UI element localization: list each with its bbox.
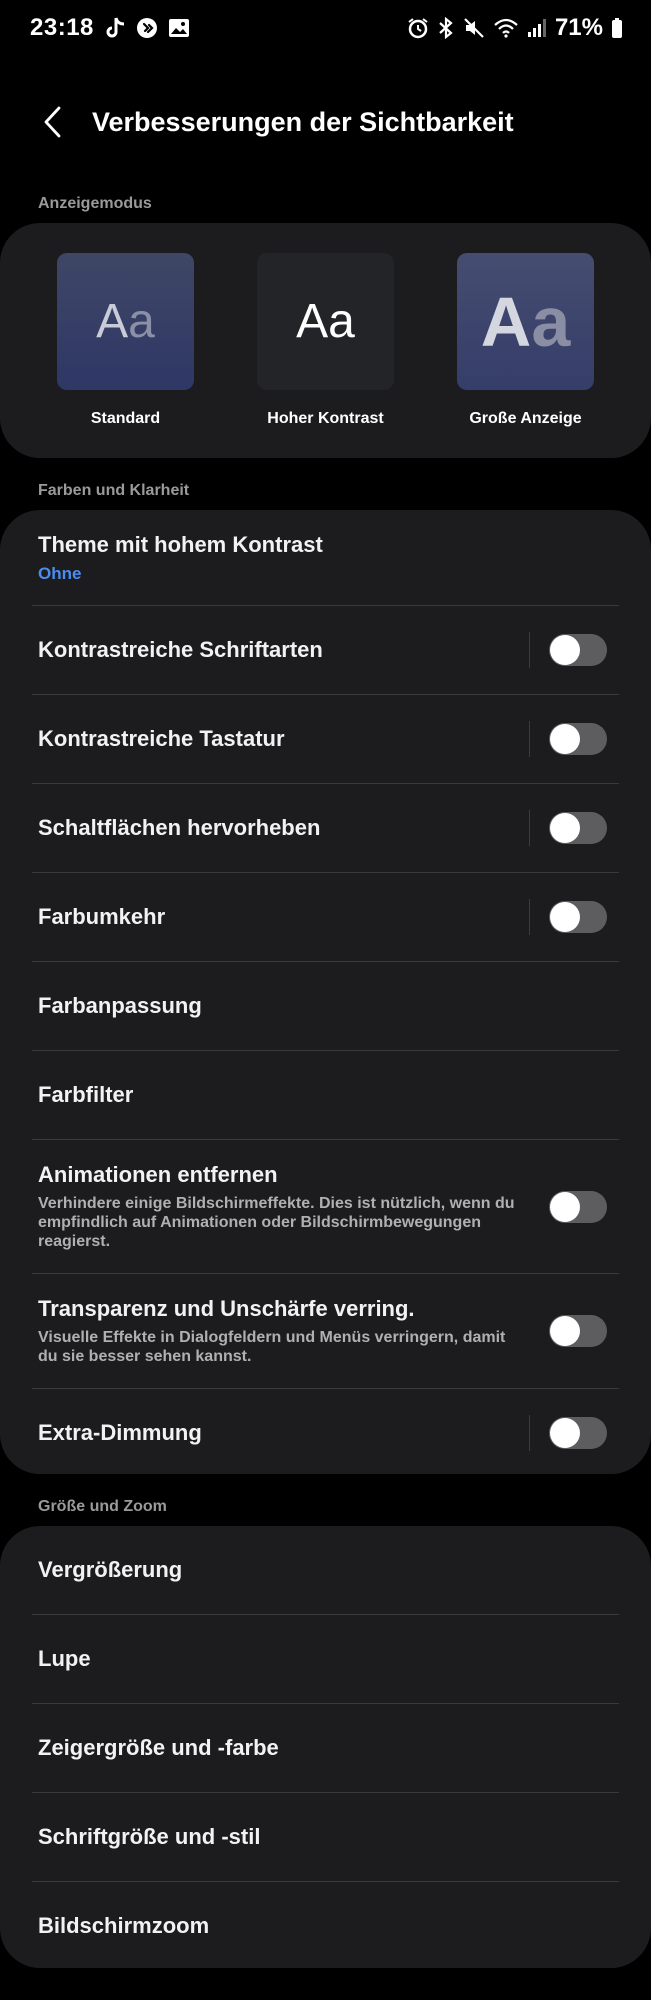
divider bbox=[529, 632, 530, 668]
shazam-icon bbox=[136, 17, 158, 39]
section-label-display-mode: Anzeigemodus bbox=[38, 195, 152, 212]
mode-high-contrast[interactable]: Aa Hoher Kontrast bbox=[257, 253, 394, 428]
list-item-remove-animations[interactable]: Animationen entfernen Verhindere einige … bbox=[32, 1140, 619, 1274]
mute-icon bbox=[463, 17, 485, 39]
toggle-switch[interactable] bbox=[549, 634, 607, 666]
list-item-magnifier[interactable]: Lupe bbox=[32, 1615, 619, 1704]
toggle-knob bbox=[550, 635, 580, 665]
battery-percent: 71% bbox=[554, 14, 603, 41]
divider bbox=[529, 899, 530, 935]
preview-letter-a: a bbox=[531, 282, 571, 361]
toggle-knob bbox=[550, 724, 580, 754]
mode-preview-high-contrast: Aa bbox=[257, 253, 394, 390]
preview-letter-A: A bbox=[96, 295, 129, 348]
mode-label: Große Anzeige bbox=[469, 410, 582, 427]
row-title: Zeigergröße und -farbe bbox=[38, 1735, 279, 1760]
toggle-switch[interactable] bbox=[549, 723, 607, 755]
toggle-switch[interactable] bbox=[549, 1417, 607, 1449]
list-item-highlight-buttons[interactable]: Schaltflächen hervorheben bbox=[32, 784, 619, 873]
tiktok-icon bbox=[104, 16, 126, 40]
row-title: Transparenz und Unschärfe verring. bbox=[38, 1296, 415, 1321]
list-item-font-size-style[interactable]: Schriftgröße und -stil bbox=[32, 1793, 619, 1882]
preview-letter-a: a bbox=[128, 295, 155, 348]
mode-preview-standard: Aa bbox=[57, 253, 194, 390]
toggle-switch[interactable] bbox=[549, 901, 607, 933]
toggle-switch[interactable] bbox=[549, 1190, 607, 1223]
alarm-icon bbox=[407, 17, 429, 39]
row-title: Kontrastreiche Tastatur bbox=[38, 726, 285, 751]
preview-letter-A: A bbox=[480, 282, 532, 361]
list-item-screen-zoom[interactable]: Bildschirmzoom bbox=[32, 1882, 619, 1970]
page-header: Verbesserungen der Sichtbarkeit bbox=[0, 90, 651, 154]
battery-icon bbox=[611, 17, 623, 39]
list-item-extra-dim[interactable]: Extra-Dimmung bbox=[32, 1389, 619, 1477]
mode-large-display[interactable]: Aa Große Anzeige bbox=[457, 253, 594, 428]
signal-icon bbox=[527, 17, 547, 39]
row-title: Vergrößerung bbox=[38, 1557, 183, 1582]
row-title: Extra-Dimmung bbox=[38, 1420, 202, 1445]
row-title: Kontrastreiche Schriftarten bbox=[38, 637, 323, 662]
row-subtitle: Ohne bbox=[38, 563, 82, 583]
row-title: Animationen entfernen bbox=[38, 1162, 278, 1187]
section-label-colors: Farben und Klarheit bbox=[38, 482, 190, 499]
toggle-switch[interactable] bbox=[549, 812, 607, 844]
list-item-high-contrast-keyboard[interactable]: Kontrastreiche Tastatur bbox=[32, 695, 619, 784]
toggle-knob bbox=[550, 813, 580, 843]
mode-preview-large-display: Aa bbox=[457, 253, 594, 390]
back-button[interactable] bbox=[20, 90, 84, 154]
row-title: Schriftgröße und -stil bbox=[38, 1824, 261, 1849]
row-title: Schaltflächen hervorheben bbox=[38, 815, 321, 840]
row-description: Verhindere einige Bildschirmeffekte. Die… bbox=[38, 1195, 515, 1250]
mode-label: Hoher Kontrast bbox=[267, 410, 384, 427]
size-zoom-card: Vergrößerung Lupe Zeigergröße und -farbe… bbox=[0, 1526, 651, 1968]
list-item-pointer-size-color[interactable]: Zeigergröße und -farbe bbox=[32, 1704, 619, 1793]
toggle-switch[interactable] bbox=[549, 1315, 607, 1347]
toggle-knob bbox=[550, 1418, 580, 1448]
divider bbox=[529, 721, 530, 757]
mode-standard[interactable]: Aa Standard bbox=[57, 253, 194, 428]
bluetooth-icon bbox=[437, 17, 455, 39]
list-item-reduce-transparency[interactable]: Transparenz und Unschärfe verring. Visue… bbox=[32, 1274, 619, 1389]
display-mode-card: Aa Standard Aa Hoher Kontrast Aa Große A… bbox=[0, 223, 651, 458]
section-label-size-zoom: Größe und Zoom bbox=[38, 1498, 167, 1515]
row-title: Lupe bbox=[38, 1646, 91, 1671]
list-item-high-contrast-theme[interactable]: Theme mit hohem Kontrast Ohne bbox=[32, 510, 619, 606]
toggle-knob bbox=[550, 1316, 580, 1346]
list-item-color-filter[interactable]: Farbfilter bbox=[32, 1051, 619, 1140]
toggle-knob bbox=[550, 1191, 580, 1222]
status-time: 23:18 bbox=[30, 14, 94, 41]
page-title: Verbesserungen der Sichtbarkeit bbox=[92, 106, 514, 137]
row-title: Bildschirmzoom bbox=[38, 1913, 210, 1938]
row-title: Farbumkehr bbox=[38, 904, 166, 929]
toggle-knob bbox=[550, 902, 580, 932]
list-item-magnification[interactable]: Vergrößerung bbox=[32, 1526, 619, 1615]
divider bbox=[529, 1415, 530, 1451]
wifi-icon bbox=[493, 17, 519, 39]
row-title: Theme mit hohem Kontrast bbox=[38, 531, 323, 557]
list-item-color-inversion[interactable]: Farbumkehr bbox=[32, 873, 619, 962]
list-item-high-contrast-fonts[interactable]: Kontrastreiche Schriftarten bbox=[32, 606, 619, 695]
list-item-color-adjustment[interactable]: Farbanpassung bbox=[32, 962, 619, 1051]
row-title: Farbfilter bbox=[38, 1082, 134, 1107]
status-bar: 23:18 71% bbox=[0, 0, 651, 56]
chevron-left-icon bbox=[44, 106, 61, 138]
divider bbox=[529, 810, 530, 846]
row-description: Visuelle Effekte in Dialogfeldern und Me… bbox=[38, 1329, 506, 1365]
gallery-icon bbox=[168, 17, 190, 39]
row-title: Farbanpassung bbox=[38, 993, 202, 1018]
mode-label: Standard bbox=[90, 410, 161, 427]
colors-card: Theme mit hohem Kontrast Ohne Kontrastre… bbox=[0, 510, 651, 1474]
preview-text: Aa bbox=[296, 295, 355, 348]
